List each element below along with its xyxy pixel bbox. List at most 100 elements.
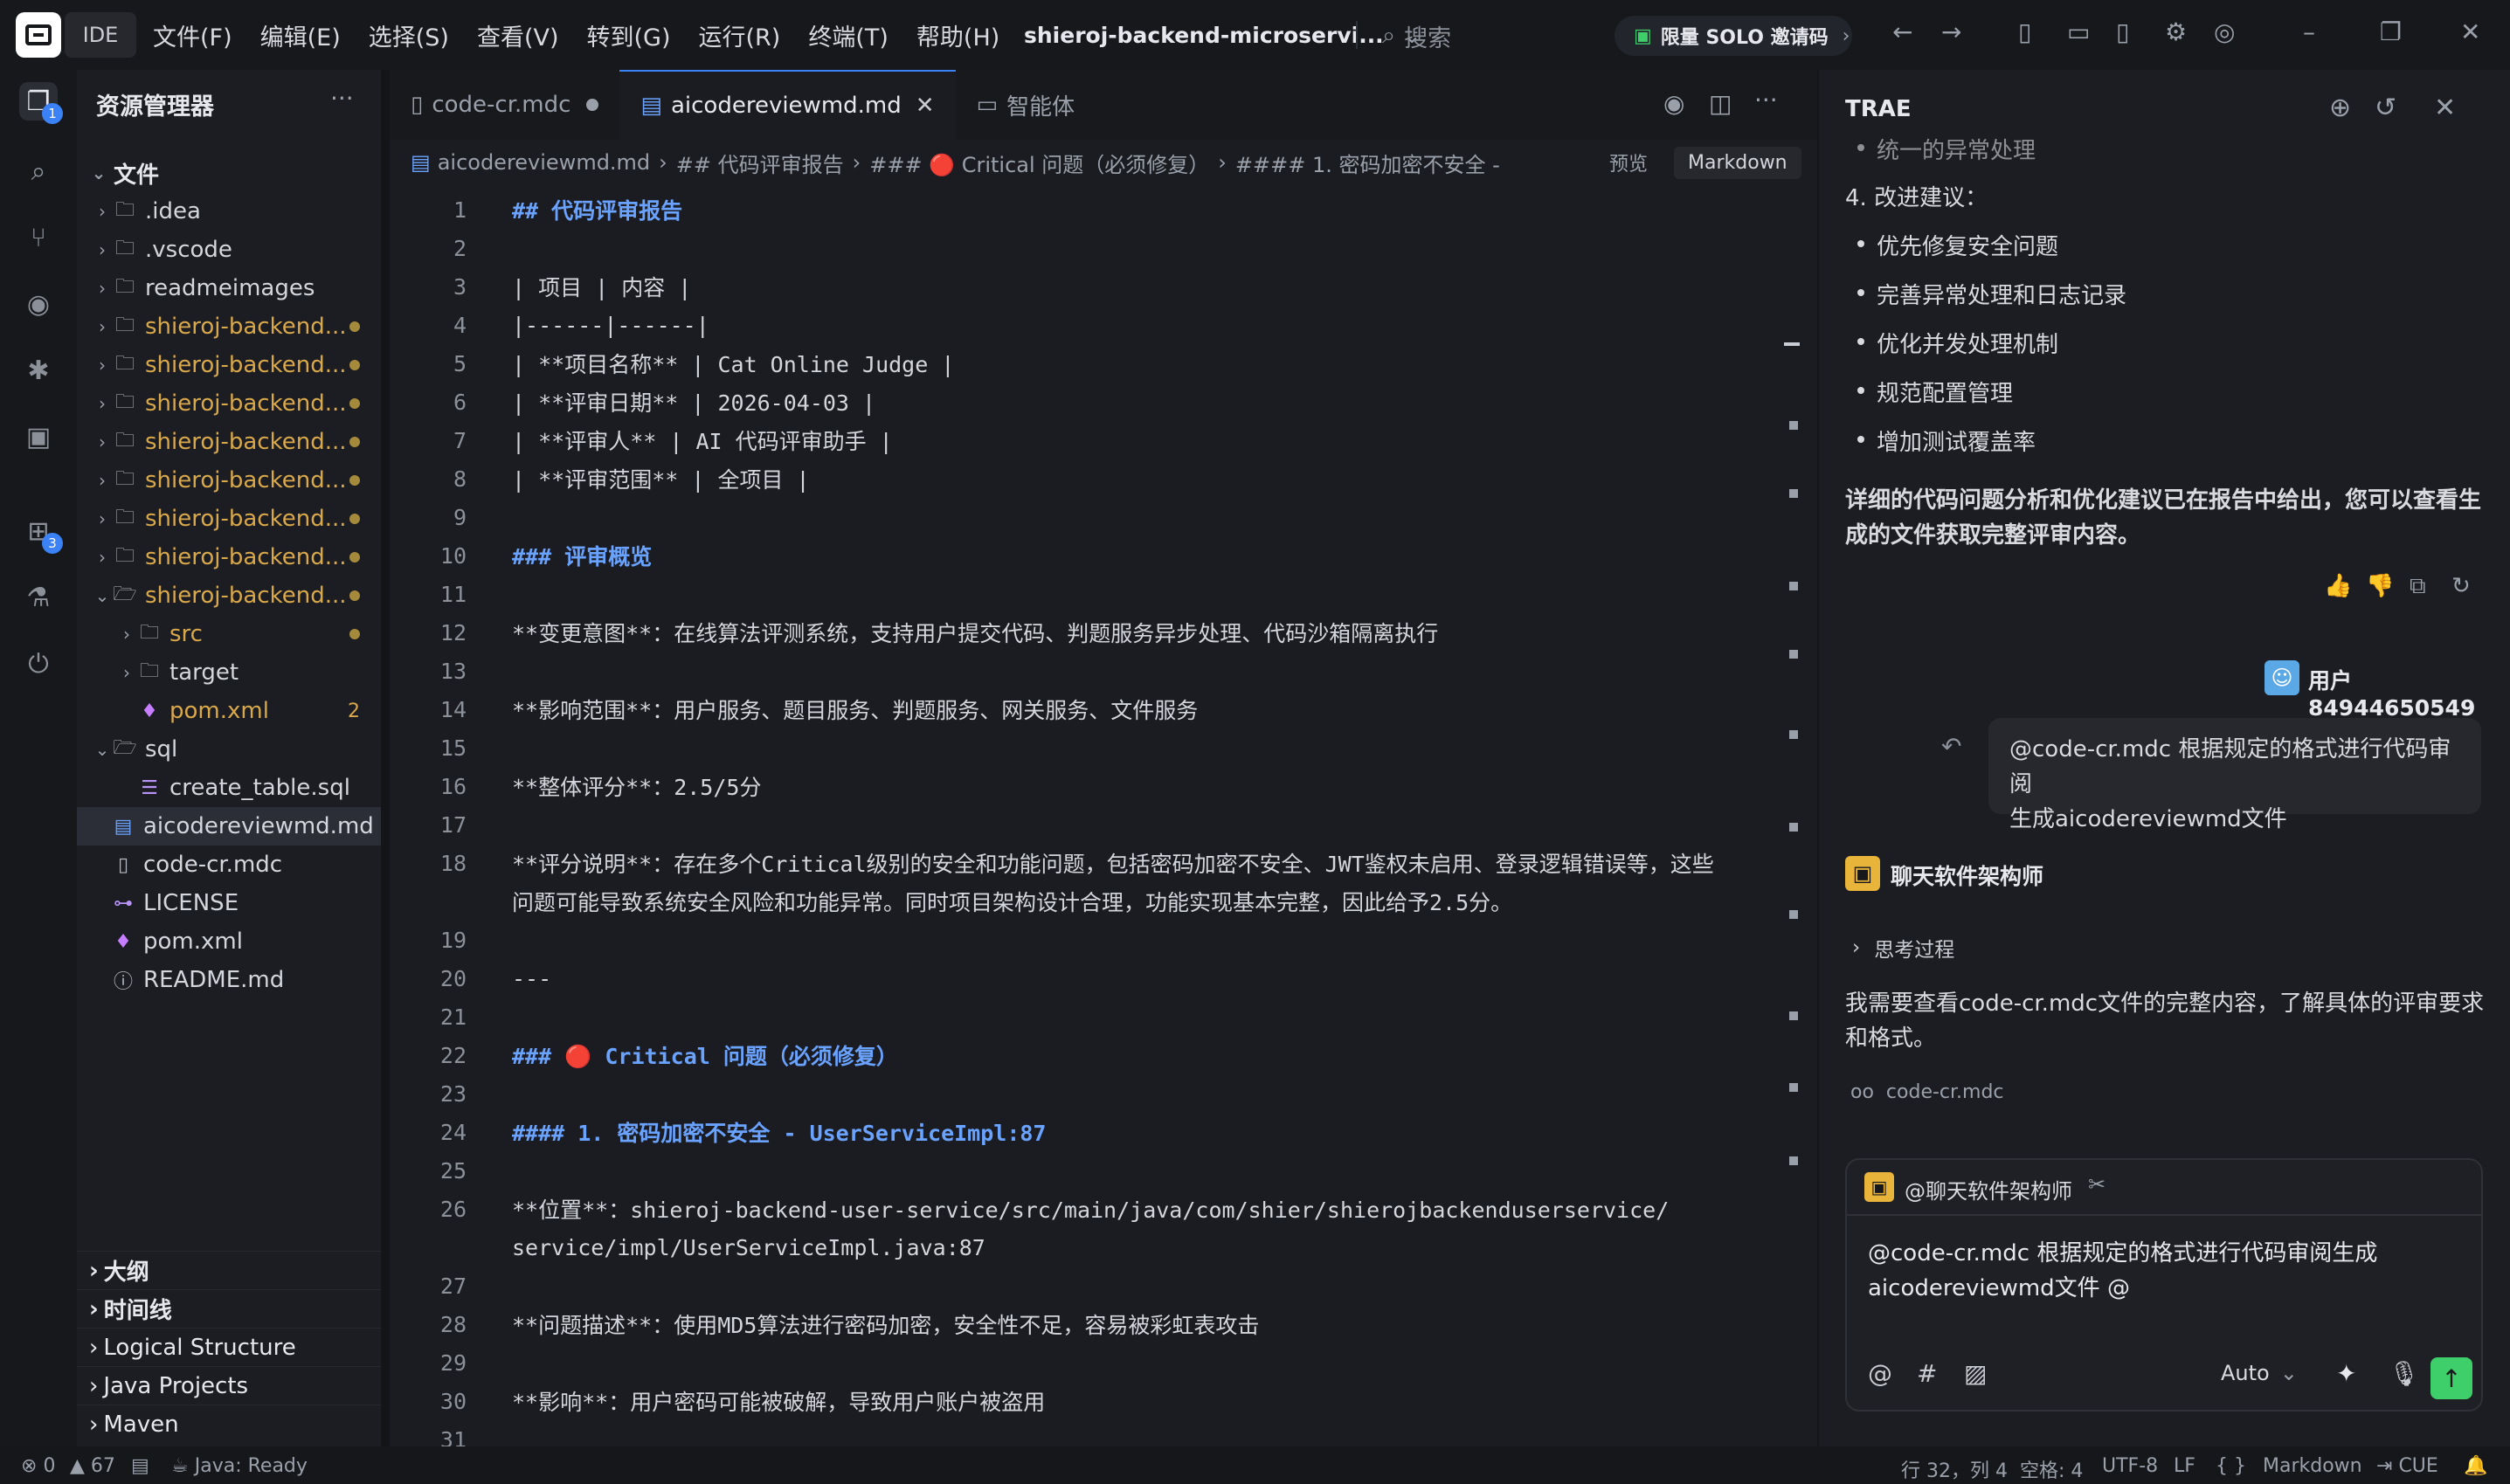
explorer-icon[interactable]: ❐ 1 <box>19 82 63 124</box>
breadcrumb-item[interactable]: ### 🔴 Critical 问题（必须修复） <box>869 148 1209 178</box>
search-icon[interactable]: ⌕ <box>19 152 58 190</box>
model-selector[interactable]: Auto ⌄ <box>2221 1361 2298 1385</box>
history-icon[interactable]: ↺ <box>2375 93 2396 123</box>
code-line[interactable]: 27 <box>390 1267 467 1305</box>
search-box[interactable]: ⌕ 搜索 <box>1382 17 1451 54</box>
tab-aicodereviewmd[interactable]: ▤ aicodereviewmd.md ✕ <box>619 70 956 140</box>
menu-selection[interactable]: 选择(S) <box>369 18 449 52</box>
solo-invite-button[interactable]: ▣ 限量 SOLO 邀请码 › <box>1615 16 1852 56</box>
remote-explorer-icon[interactable]: ▣ <box>19 418 58 456</box>
close-panel-icon[interactable]: ✕ <box>2434 93 2456 123</box>
code-line[interactable]: 23 <box>390 1074 467 1113</box>
microphone-icon[interactable]: 🎙 <box>2389 1359 2420 1388</box>
code-line[interactable]: 11 <box>390 575 467 613</box>
code-line[interactable]: 17 <box>390 805 467 844</box>
chat-input-box[interactable]: ▣ @聊天软件架构师 ✂ @code-cr.mdc 根据规定的格式进行代码审阅生… <box>1845 1158 2483 1412</box>
tree-item[interactable]: › 🗀 src <box>77 615 381 653</box>
input-text[interactable]: aicodereviewmd文件 @ <box>1868 1270 2130 1302</box>
forward-icon[interactable]: → <box>1941 17 1961 46</box>
warnings-indicator[interactable]: ▲ 67 <box>70 1455 115 1477</box>
code-line[interactable]: 28 **问题描述**：使用MD5算法进行密码加密，安全性不足，容易被彩虹表攻击 <box>390 1305 1259 1343</box>
toggle-right-panel-icon[interactable]: ▯ <box>2116 17 2129 46</box>
menu-help[interactable]: 帮助(H) <box>916 18 999 52</box>
tree-item[interactable]: › 🗀 shieroj-backend... <box>77 500 381 538</box>
section-maven[interactable]: › Maven <box>77 1405 381 1443</box>
language-mode[interactable]: Markdown <box>2263 1455 2362 1477</box>
menu-view[interactable]: 查看(V) <box>477 18 559 52</box>
cue-indicator[interactable]: ⇥ CUE <box>2376 1455 2438 1477</box>
tree-item[interactable]: ▯ code-cr.mdc <box>77 846 381 884</box>
tree-item[interactable]: ♦ pom.xml 2 <box>77 692 381 730</box>
tree-item[interactable]: › 🗀 shieroj-backend... <box>77 423 381 461</box>
tree-item[interactable]: › 🗀 shieroj-backend... <box>77 307 381 346</box>
toggle-bottom-panel-icon[interactable]: ▭ <box>2067 17 2090 46</box>
undo-icon[interactable]: ↶ <box>1941 732 1961 761</box>
code-line[interactable]: 20 --- <box>390 959 551 997</box>
code-line[interactable]: 问题可能导致系统安全风险和功能异常。同时项目架构设计合理，功能实现基本完整，因此… <box>390 882 1512 921</box>
code-line[interactable]: 22 ### 🔴 Critical 问题（必须修复） <box>390 1036 898 1074</box>
close-tab-icon[interactable]: ✕ <box>916 93 935 119</box>
tree-item[interactable]: › 🗀 shieroj-backend... <box>77 384 381 423</box>
close-window-icon[interactable]: ✕ <box>2460 17 2480 46</box>
sparkle-icon[interactable]: ✦ <box>2336 1359 2356 1388</box>
more-actions-icon[interactable]: ··· <box>1754 86 1778 114</box>
code-line[interactable]: 5 | **项目名称** | Cat Online Judge | <box>390 344 954 383</box>
input-agent-mention[interactable]: @聊天软件架构师 <box>1905 1174 2072 1204</box>
code-line[interactable]: 14 **影响范围**：用户服务、题目服务、判题服务、网关服务、文件服务 <box>390 690 1198 728</box>
file-reference[interactable]: oo code-cr.mdc <box>1850 1081 2004 1103</box>
code-line[interactable]: 6 | **评审日期** | 2026-04-03 | <box>390 383 875 421</box>
tree-item[interactable]: › 🗀 readmeimages <box>77 269 381 307</box>
power-icon[interactable]: ⏻ <box>19 645 58 683</box>
more-icon[interactable]: ··· <box>330 84 354 113</box>
section-timeline[interactable]: › 时间线 <box>77 1289 381 1328</box>
back-icon[interactable]: ← <box>1892 17 1912 46</box>
code-line[interactable]: 30 **影响**：用户密码可能被破解，导致用户账户被盗用 <box>390 1382 1045 1420</box>
section-java-projects[interactable]: › Java Projects <box>77 1366 381 1405</box>
code-line[interactable]: 13 <box>390 652 467 690</box>
thumbs-up-icon[interactable]: 👍 <box>2324 573 2352 599</box>
java-status[interactable]: ☕ Java: Ready <box>171 1455 308 1477</box>
line-ending[interactable]: LF <box>2174 1455 2195 1477</box>
input-text[interactable]: @code-cr.mdc 根据规定的格式进行代码审阅生成 <box>1868 1235 2377 1267</box>
code-line[interactable]: 7 | **评审人** | AI 代码评审助手 | <box>390 421 893 459</box>
image-upload-icon[interactable]: ▨ <box>1964 1359 1987 1388</box>
code-line[interactable]: 3 | 项目 | 内容 | <box>390 267 691 306</box>
tree-item[interactable]: › 🗀 shieroj-backend... <box>77 538 381 576</box>
code-line[interactable]: 19 <box>390 921 467 959</box>
breadcrumb-item[interactable]: aicodereviewmd.md <box>438 150 650 175</box>
ide-mode-button[interactable]: IDE <box>65 12 136 58</box>
code-line[interactable]: 16 **整体评分**：2.5/5分 <box>390 767 762 805</box>
menu-file[interactable]: 文件(F) <box>153 18 232 52</box>
account-icon[interactable]: ◎ <box>2214 17 2235 46</box>
hash-context-icon[interactable]: # <box>1917 1359 1937 1388</box>
agent-settings-icon[interactable]: ✂ <box>2088 1172 2105 1197</box>
tree-item[interactable]: › 🗀 .idea <box>77 192 381 231</box>
tree-item[interactable]: › 🗀 shieroj-backend... <box>77 346 381 384</box>
brackets-indicator[interactable]: { } <box>2216 1455 2246 1477</box>
terminal-icon[interactable]: ▤ <box>131 1455 149 1477</box>
debug-icon[interactable]: ✱ <box>19 351 58 390</box>
tab-code-cr[interactable]: ▯ code-cr.mdc <box>390 70 619 140</box>
thumbs-down-icon[interactable]: 👎 <box>2366 573 2394 599</box>
tree-root[interactable]: ⌄ 文件 <box>77 154 381 192</box>
settings-gear-icon[interactable]: ⚙ <box>2165 17 2187 46</box>
source-control-icon[interactable]: ⑂ <box>19 218 58 257</box>
preview-eye-icon[interactable]: ◉ <box>1663 89 1684 118</box>
copy-icon[interactable]: ⧉ <box>2410 573 2426 600</box>
minimize-icon[interactable]: – <box>2303 17 2315 46</box>
thinking-toggle[interactable]: › 思考过程 <box>1852 933 1954 963</box>
language-mode-chip[interactable]: Markdown <box>1674 146 1801 179</box>
code-line[interactable]: 1 ## 代码评审报告 <box>390 190 682 229</box>
tree-item[interactable]: ☰ create_table.sql <box>77 769 381 807</box>
code-line[interactable]: 4 |------|------| <box>390 306 709 344</box>
breadcrumb-item[interactable]: ## 代码评审报告 <box>676 148 844 178</box>
section-outline[interactable]: › 大纲 <box>77 1251 381 1289</box>
menu-run[interactable]: 运行(R) <box>699 18 781 52</box>
tree-item[interactable]: › 🗀 shieroj-backend... <box>77 461 381 500</box>
cursor-position[interactable]: 行 32，列 4 <box>1901 1455 2008 1483</box>
code-line[interactable]: 26 **位置**：shieroj-backend-user-service/sr… <box>390 1190 1669 1228</box>
at-mention-icon[interactable]: @ <box>1868 1359 1892 1388</box>
tree-item[interactable]: › 🗀 target <box>77 653 381 692</box>
breadcrumb-item[interactable]: #### 1. 密码加密不安全 - <box>1235 148 1500 178</box>
send-button[interactable]: ↑ <box>2430 1357 2472 1399</box>
